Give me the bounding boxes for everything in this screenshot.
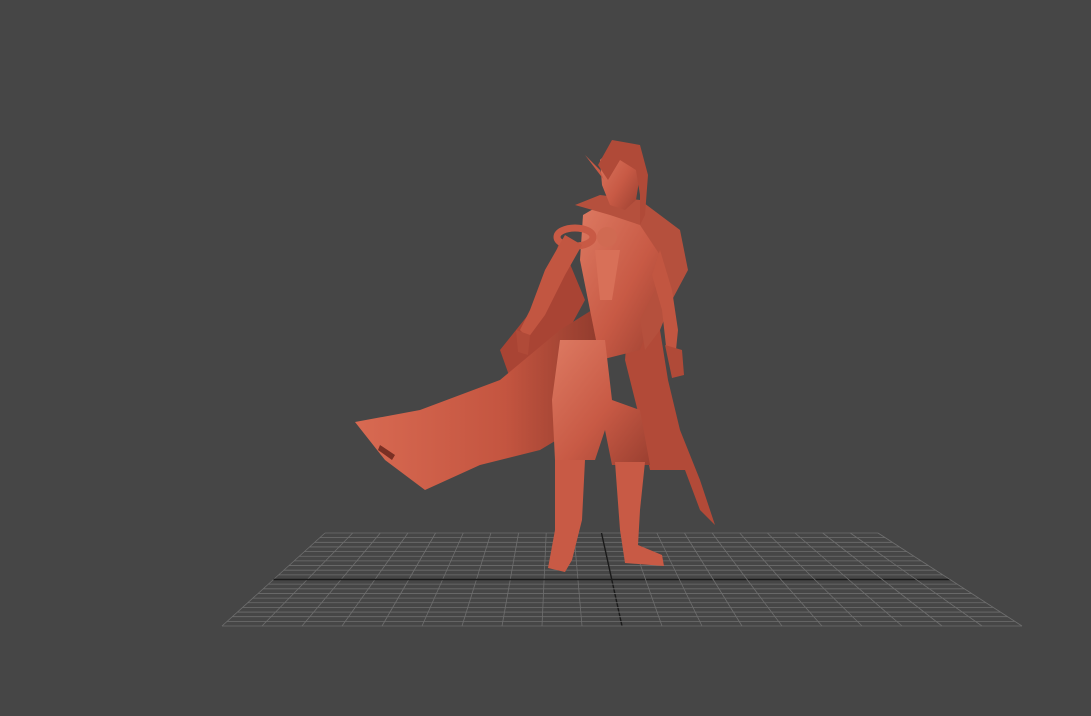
ground-grid xyxy=(221,532,1023,627)
right-leg xyxy=(615,462,664,566)
left-leg xyxy=(548,460,585,572)
character-model[interactable] xyxy=(355,140,715,572)
scene-canvas[interactable] xyxy=(0,0,1091,716)
right-hand xyxy=(665,345,684,378)
3d-viewport[interactable] xyxy=(0,0,1091,716)
brooch xyxy=(597,227,617,247)
